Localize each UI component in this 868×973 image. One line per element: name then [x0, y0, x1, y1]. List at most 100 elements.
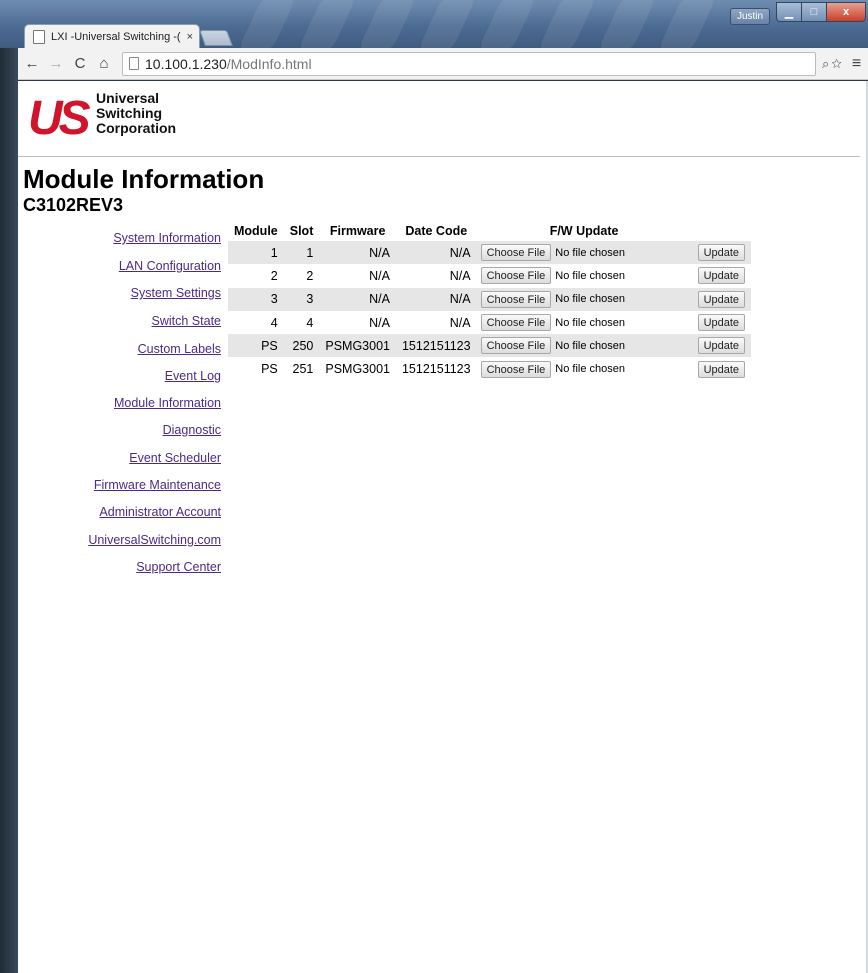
- col-header-date-code: Date Code: [405, 224, 468, 238]
- table-row: 1 1 N/A N/A Choose File No file chosen Up…: [228, 241, 752, 265]
- choose-file-button[interactable]: Choose File: [480, 337, 552, 355]
- cell-firmware: N/A: [319, 241, 396, 265]
- cell-date-code: N/A: [395, 287, 477, 311]
- star-icon[interactable]: ☆: [831, 56, 844, 71]
- sidebar-item-event-scheduler[interactable]: Event Scheduler: [129, 451, 221, 465]
- sidebar-item-module-information[interactable]: Module Information: [114, 396, 221, 410]
- cell-file: Choose File No file chosen: [477, 357, 692, 380]
- user-badge[interactable]: Justin: [730, 8, 770, 25]
- logo-line-1: Universal: [96, 90, 160, 106]
- cell-slot: 250: [283, 334, 320, 358]
- sidebar-item-universalswitching[interactable]: UniversalSwitching.com: [88, 533, 221, 547]
- window-titlebar: LXI -Universal Switching -( × Justin ▁ □…: [0, 0, 868, 48]
- cell-firmware: PSMG3001: [325, 362, 390, 377]
- maximize-button[interactable]: □: [801, 2, 827, 22]
- file-status: No file chosen: [555, 269, 625, 282]
- update-button[interactable]: Update: [697, 314, 746, 332]
- url-host: 10.100.1.230: [145, 55, 227, 72]
- sidebar-item-lan-configuration[interactable]: LAN Configuration: [119, 259, 221, 273]
- cell-firmware: N/A: [369, 268, 390, 283]
- cell-module: 4: [270, 315, 278, 330]
- home-icon[interactable]: ⌂: [94, 55, 114, 72]
- web-page: US Universal Switching Corporation Modul…: [18, 81, 868, 973]
- cell-module: PS: [228, 334, 284, 358]
- cell-module: 1: [228, 241, 284, 265]
- logo-text: Universal Switching Corporation: [96, 91, 176, 136]
- cell-update: Update: [691, 287, 752, 311]
- choose-file-button[interactable]: Choose File: [480, 314, 552, 332]
- cell-file: Choose File No file chosen: [476, 241, 692, 265]
- cell-module: PS: [261, 362, 278, 377]
- table-header-row: Module Slot Firmware Date Code F/W Updat…: [228, 221, 751, 241]
- cell-date-code: 1512151123: [395, 334, 477, 358]
- cell-update: Update: [692, 264, 751, 287]
- cell-file: Choose File No file chosen: [476, 287, 692, 311]
- minimize-button[interactable]: ▁: [776, 2, 802, 22]
- cell-file: Choose File No file chosen: [477, 311, 692, 334]
- reload-icon[interactable]: C: [70, 55, 90, 72]
- cell-module: 3: [228, 287, 284, 311]
- cell-firmware: PSMG3001: [319, 334, 396, 358]
- sidebar-item-firmware-maintenance[interactable]: Firmware Maintenance: [94, 478, 221, 492]
- file-status: No file chosen: [555, 246, 625, 259]
- cell-slot: 2: [306, 268, 314, 283]
- choose-file-button[interactable]: Choose File: [480, 360, 552, 378]
- col-header-module: Module: [234, 224, 278, 238]
- tab-close-icon[interactable]: ×: [187, 31, 193, 43]
- new-tab-button[interactable]: [199, 30, 233, 46]
- header-divider: [18, 156, 860, 157]
- col-header-firmware: Firmware: [329, 224, 386, 238]
- module-table: Module Slot Firmware Date Code F/W Updat…: [228, 221, 752, 381]
- sidebar-item-switch-state[interactable]: Switch State: [152, 314, 221, 328]
- tab-title: LXI -Universal Switching -(: [51, 30, 181, 43]
- cell-date-code: 1512151123: [401, 362, 471, 377]
- cell-date-code: N/A: [449, 315, 471, 330]
- choose-file-button[interactable]: Choose File: [480, 244, 552, 262]
- update-button[interactable]: Update: [697, 360, 746, 378]
- cell-slot: 1: [283, 241, 320, 265]
- cell-firmware: N/A: [369, 315, 390, 330]
- cell-file: Choose File No file chosen: [477, 264, 692, 287]
- browser-tab[interactable]: LXI -Universal Switching -( ×: [24, 24, 200, 48]
- zoom-icon[interactable]: ⌕: [822, 56, 831, 71]
- table-row: PS 251 PSMG3001 1512151123 Choose File No…: [228, 357, 751, 380]
- file-status: No file chosen: [555, 339, 625, 352]
- choose-file-button[interactable]: Choose File: [480, 267, 552, 285]
- sidebar-item-event-log[interactable]: Event Log: [165, 369, 221, 383]
- forward-icon[interactable]: →: [46, 55, 66, 72]
- update-button[interactable]: Update: [697, 290, 746, 308]
- close-window-button[interactable]: x: [826, 2, 866, 22]
- company-logo: US Universal Switching Corporation: [28, 91, 198, 147]
- col-header-slot: Slot: [289, 224, 314, 238]
- sidebar-item-administrator-account[interactable]: Administrator Account: [99, 505, 221, 519]
- table-row: 2 2 N/A N/A Choose File No file chosen Up…: [228, 264, 751, 287]
- cell-slot: 251: [292, 362, 314, 377]
- menu-icon[interactable]: ≡: [852, 55, 861, 73]
- update-button[interactable]: Update: [697, 267, 746, 285]
- cell-slot: 4: [306, 315, 314, 330]
- choose-file-button[interactable]: Choose File: [480, 290, 552, 308]
- table-row: PS 250 PSMG3001 1512151123 Choose File No…: [228, 334, 752, 358]
- cell-date-code: N/A: [449, 268, 471, 283]
- cell-slot: 3: [283, 287, 320, 311]
- cell-update: Update: [692, 357, 751, 380]
- page-subtitle: C3102REV3: [23, 195, 124, 215]
- back-icon[interactable]: ←: [22, 55, 42, 72]
- cell-update: Update: [692, 311, 751, 334]
- browser-toolbar: ← → C ⌂ 10.100.1.230/ModInfo.html ⌕☆ ≡: [18, 48, 868, 80]
- update-button[interactable]: Update: [697, 244, 746, 262]
- update-button[interactable]: Update: [697, 337, 746, 355]
- sidebar-item-support-center[interactable]: Support Center: [136, 560, 221, 574]
- file-status: No file chosen: [555, 316, 625, 329]
- table-row: 3 3 N/A N/A Choose File No file chosen Up…: [228, 287, 752, 311]
- sidebar-item-system-information[interactable]: System Information: [113, 231, 221, 245]
- logo-line-2: Switching: [96, 105, 163, 121]
- table-row: 4 4 N/A N/A Choose File No file chosen Up…: [228, 311, 751, 334]
- col-header-fw-update: F/W Update: [549, 224, 619, 238]
- page-icon: [33, 29, 45, 44]
- sidebar-item-custom-labels[interactable]: Custom Labels: [138, 342, 221, 356]
- sidebar-item-diagnostic[interactable]: Diagnostic: [163, 423, 221, 437]
- file-status: No file chosen: [555, 293, 625, 306]
- address-bar[interactable]: 10.100.1.230/ModInfo.html: [122, 51, 816, 76]
- sidebar-item-system-settings[interactable]: System Settings: [131, 286, 221, 300]
